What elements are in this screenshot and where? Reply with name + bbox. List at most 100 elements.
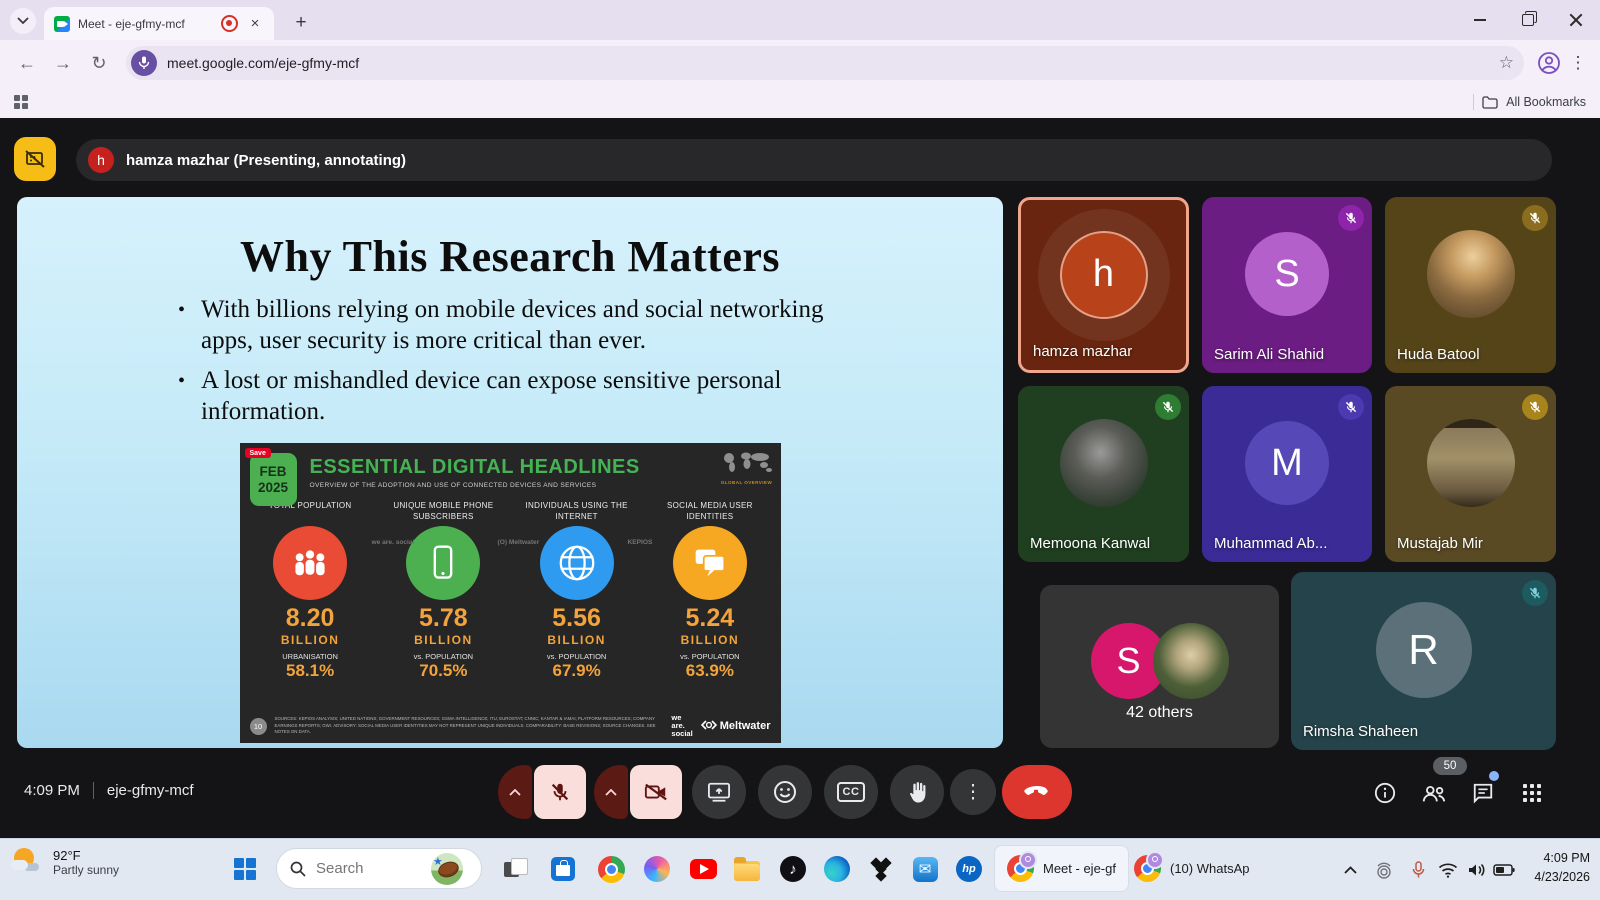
tray-mic-in-use-icon[interactable] bbox=[1404, 856, 1432, 884]
partly-sunny-icon bbox=[10, 845, 44, 879]
more-options-button[interactable]: ⋮ bbox=[950, 769, 996, 815]
new-tab-button[interactable]: + bbox=[288, 10, 314, 36]
chat-notification-dot bbox=[1489, 771, 1499, 781]
activities-button[interactable] bbox=[1519, 780, 1545, 806]
reactions-button[interactable] bbox=[758, 765, 812, 819]
volume-icon[interactable] bbox=[1462, 856, 1490, 884]
youtube-button[interactable] bbox=[686, 852, 720, 886]
tray-hidden-icons-button[interactable] bbox=[1336, 856, 1364, 884]
participant-name: Rimsha Shaheen bbox=[1303, 723, 1418, 740]
close-icon bbox=[1569, 13, 1583, 27]
dropbox-icon bbox=[869, 857, 893, 881]
start-button[interactable] bbox=[228, 852, 262, 886]
presenter-avatar: h bbox=[88, 147, 114, 173]
participant-name: Muhammad Ab... bbox=[1214, 535, 1327, 552]
participant-tile[interactable]: Memoona Kanwal bbox=[1018, 386, 1189, 562]
tab-close-button[interactable]: × bbox=[246, 15, 264, 32]
window-restore-button[interactable] bbox=[1504, 0, 1552, 40]
url-text[interactable]: meet.google.com/eje-gfmy-mcf bbox=[167, 55, 1489, 71]
mail-button[interactable]: ✉ bbox=[908, 852, 942, 886]
mic-permission-icon[interactable] bbox=[131, 50, 157, 76]
raise-hand-button[interactable] bbox=[890, 765, 944, 819]
back-button[interactable]: ← bbox=[10, 46, 44, 80]
participant-name: hamza mazhar bbox=[1033, 343, 1132, 360]
date-badge: FEB 2025 bbox=[250, 453, 297, 506]
tray-time: 4:09 PM bbox=[1534, 849, 1590, 868]
slide-bullet: • A lost or mishandled device can expose… bbox=[178, 365, 842, 428]
tray-clock[interactable]: 4:09 PM 4/23/2026 bbox=[1534, 849, 1590, 888]
hp-button[interactable]: hp bbox=[952, 852, 986, 886]
weather-widget[interactable]: 92°F Partly sunny bbox=[10, 845, 119, 879]
participant-tile[interactable]: R Rimsha Shaheen bbox=[1291, 572, 1556, 750]
chrome-button[interactable] bbox=[594, 852, 628, 886]
window-minimize-button[interactable] bbox=[1456, 0, 1504, 40]
participants-button[interactable] bbox=[1421, 780, 1447, 806]
participant-tile[interactable]: S Sarim Ali Shahid bbox=[1202, 197, 1372, 373]
participant-tile[interactable]: Huda Batool bbox=[1385, 197, 1556, 373]
camera-options-button[interactable] bbox=[594, 765, 628, 819]
reload-button[interactable]: ↻ bbox=[82, 46, 116, 80]
dropbox-button[interactable] bbox=[864, 852, 898, 886]
stats-row: TOTAL POPULATION 8.20 BILLION URBANISATI… bbox=[244, 501, 777, 679]
avatar: M bbox=[1245, 421, 1329, 505]
presentation-slide[interactable]: Why This Research Matters • With billion… bbox=[17, 197, 1003, 748]
battery-icon[interactable] bbox=[1490, 856, 1518, 884]
captions-icon: CC bbox=[837, 782, 866, 802]
hang-up-icon bbox=[1024, 786, 1050, 798]
others-tile[interactable]: S 42 others bbox=[1040, 585, 1279, 748]
end-call-button[interactable] bbox=[1002, 765, 1072, 819]
chrome-icon bbox=[1134, 855, 1161, 882]
tiktok-button[interactable]: ♪ bbox=[776, 852, 810, 886]
participant-tile[interactable]: M Muhammad Ab... bbox=[1202, 386, 1372, 562]
chevron-up-icon bbox=[605, 789, 617, 796]
participant-name: Memoona Kanwal bbox=[1030, 535, 1150, 552]
edge-button[interactable] bbox=[820, 852, 854, 886]
forward-button[interactable]: → bbox=[46, 46, 80, 80]
profile-avatar-button[interactable] bbox=[1534, 48, 1564, 78]
star-icon: ★ bbox=[433, 855, 443, 868]
participant-count-badge: 50 bbox=[1433, 757, 1467, 775]
bookmark-star-icon[interactable]: ☆ bbox=[1499, 53, 1514, 73]
participant-tile[interactable]: Mustajab Mir bbox=[1385, 386, 1556, 562]
tray-ring-icon[interactable] bbox=[1370, 856, 1398, 884]
meeting-details-button[interactable] bbox=[1372, 780, 1398, 806]
bookmarks-bar: All Bookmarks bbox=[0, 86, 1600, 118]
participant-tile[interactable]: h hamza mazhar bbox=[1018, 197, 1189, 373]
edge-icon bbox=[824, 856, 850, 882]
camera-toggle-button[interactable] bbox=[630, 765, 682, 819]
weather-condition: Partly sunny bbox=[53, 863, 119, 877]
window-close-button[interactable] bbox=[1552, 0, 1600, 40]
microsoft-store-button[interactable] bbox=[546, 852, 580, 886]
wifi-icon[interactable] bbox=[1434, 856, 1462, 884]
copilot-button[interactable] bbox=[640, 852, 674, 886]
present-screen-button[interactable] bbox=[692, 765, 746, 819]
apps-grid-icon[interactable] bbox=[14, 95, 28, 109]
mic-mute-button[interactable] bbox=[534, 765, 586, 819]
browser-tab-meet[interactable]: Meet - eje-gfmy-mcf × bbox=[44, 7, 274, 40]
muted-mic-icon bbox=[1522, 205, 1548, 231]
taskbar-window-whatsapp[interactable]: (10) WhatsAp bbox=[1122, 845, 1261, 892]
search-highlight-sports-icon[interactable]: ★ bbox=[431, 853, 463, 885]
people-icon bbox=[1421, 783, 1447, 803]
avatar-icon bbox=[1537, 51, 1561, 75]
captions-button[interactable]: CC bbox=[824, 765, 878, 819]
file-explorer-button[interactable] bbox=[730, 852, 764, 886]
all-bookmarks[interactable]: All Bookmarks bbox=[1473, 94, 1586, 110]
taskbar-window-meet[interactable]: Meet - eje-gf bbox=[994, 845, 1129, 892]
pinterest-save-badge[interactable]: Save bbox=[245, 448, 271, 458]
microphone-icon bbox=[138, 56, 150, 70]
taskbar-search[interactable]: ★ bbox=[276, 848, 482, 889]
youtube-icon bbox=[690, 859, 717, 879]
copilot-icon bbox=[644, 856, 670, 882]
phone-icon bbox=[406, 526, 480, 600]
address-bar[interactable]: meet.google.com/eje-gfmy-mcf ☆ bbox=[126, 46, 1524, 80]
tab-search-button[interactable] bbox=[10, 8, 36, 34]
mic-options-button[interactable] bbox=[498, 765, 532, 819]
search-input[interactable] bbox=[314, 859, 423, 878]
chat-button[interactable] bbox=[1470, 780, 1496, 806]
task-view-button[interactable] bbox=[498, 852, 532, 886]
annotation-tools-button[interactable] bbox=[14, 137, 56, 181]
muted-mic-icon bbox=[1522, 580, 1548, 606]
others-count-label: 42 others bbox=[1040, 704, 1279, 722]
browser-menu-button[interactable]: ⋮ bbox=[1566, 48, 1590, 78]
